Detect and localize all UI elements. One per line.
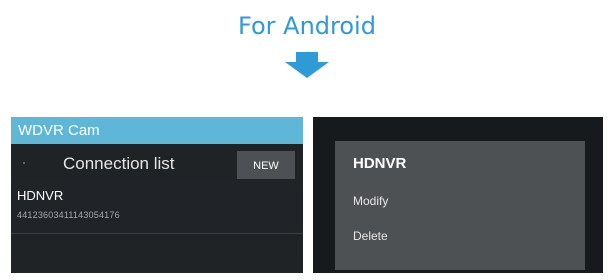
page-title: For Android [238, 12, 376, 40]
connection-name: HDNVR [17, 188, 64, 203]
context-menu: HDNVR Modify Delete [335, 141, 585, 270]
connection-list-item[interactable]: HDNVR 44123603411143054176 [11, 181, 303, 233]
connection-list-header: Connection list NEW [11, 144, 303, 181]
delete-menu-item[interactable]: Delete [353, 229, 388, 243]
context-menu-screen: HDNVR Modify Delete [313, 117, 603, 273]
app-bar-title: WDVR Cam [11, 117, 303, 144]
decorative-dot [23, 162, 25, 164]
list-divider [11, 233, 303, 234]
connection-id: 44123603411143054176 [17, 210, 120, 220]
new-connection-button[interactable]: NEW [237, 151, 295, 179]
context-menu-title: HDNVR [353, 155, 407, 172]
connection-list-screen: WDVR Cam Connection list NEW HDNVR 44123… [11, 117, 303, 273]
arrow-down-icon [285, 52, 329, 78]
connection-list-title: Connection list [63, 154, 175, 173]
modify-menu-item[interactable]: Modify [353, 194, 388, 208]
